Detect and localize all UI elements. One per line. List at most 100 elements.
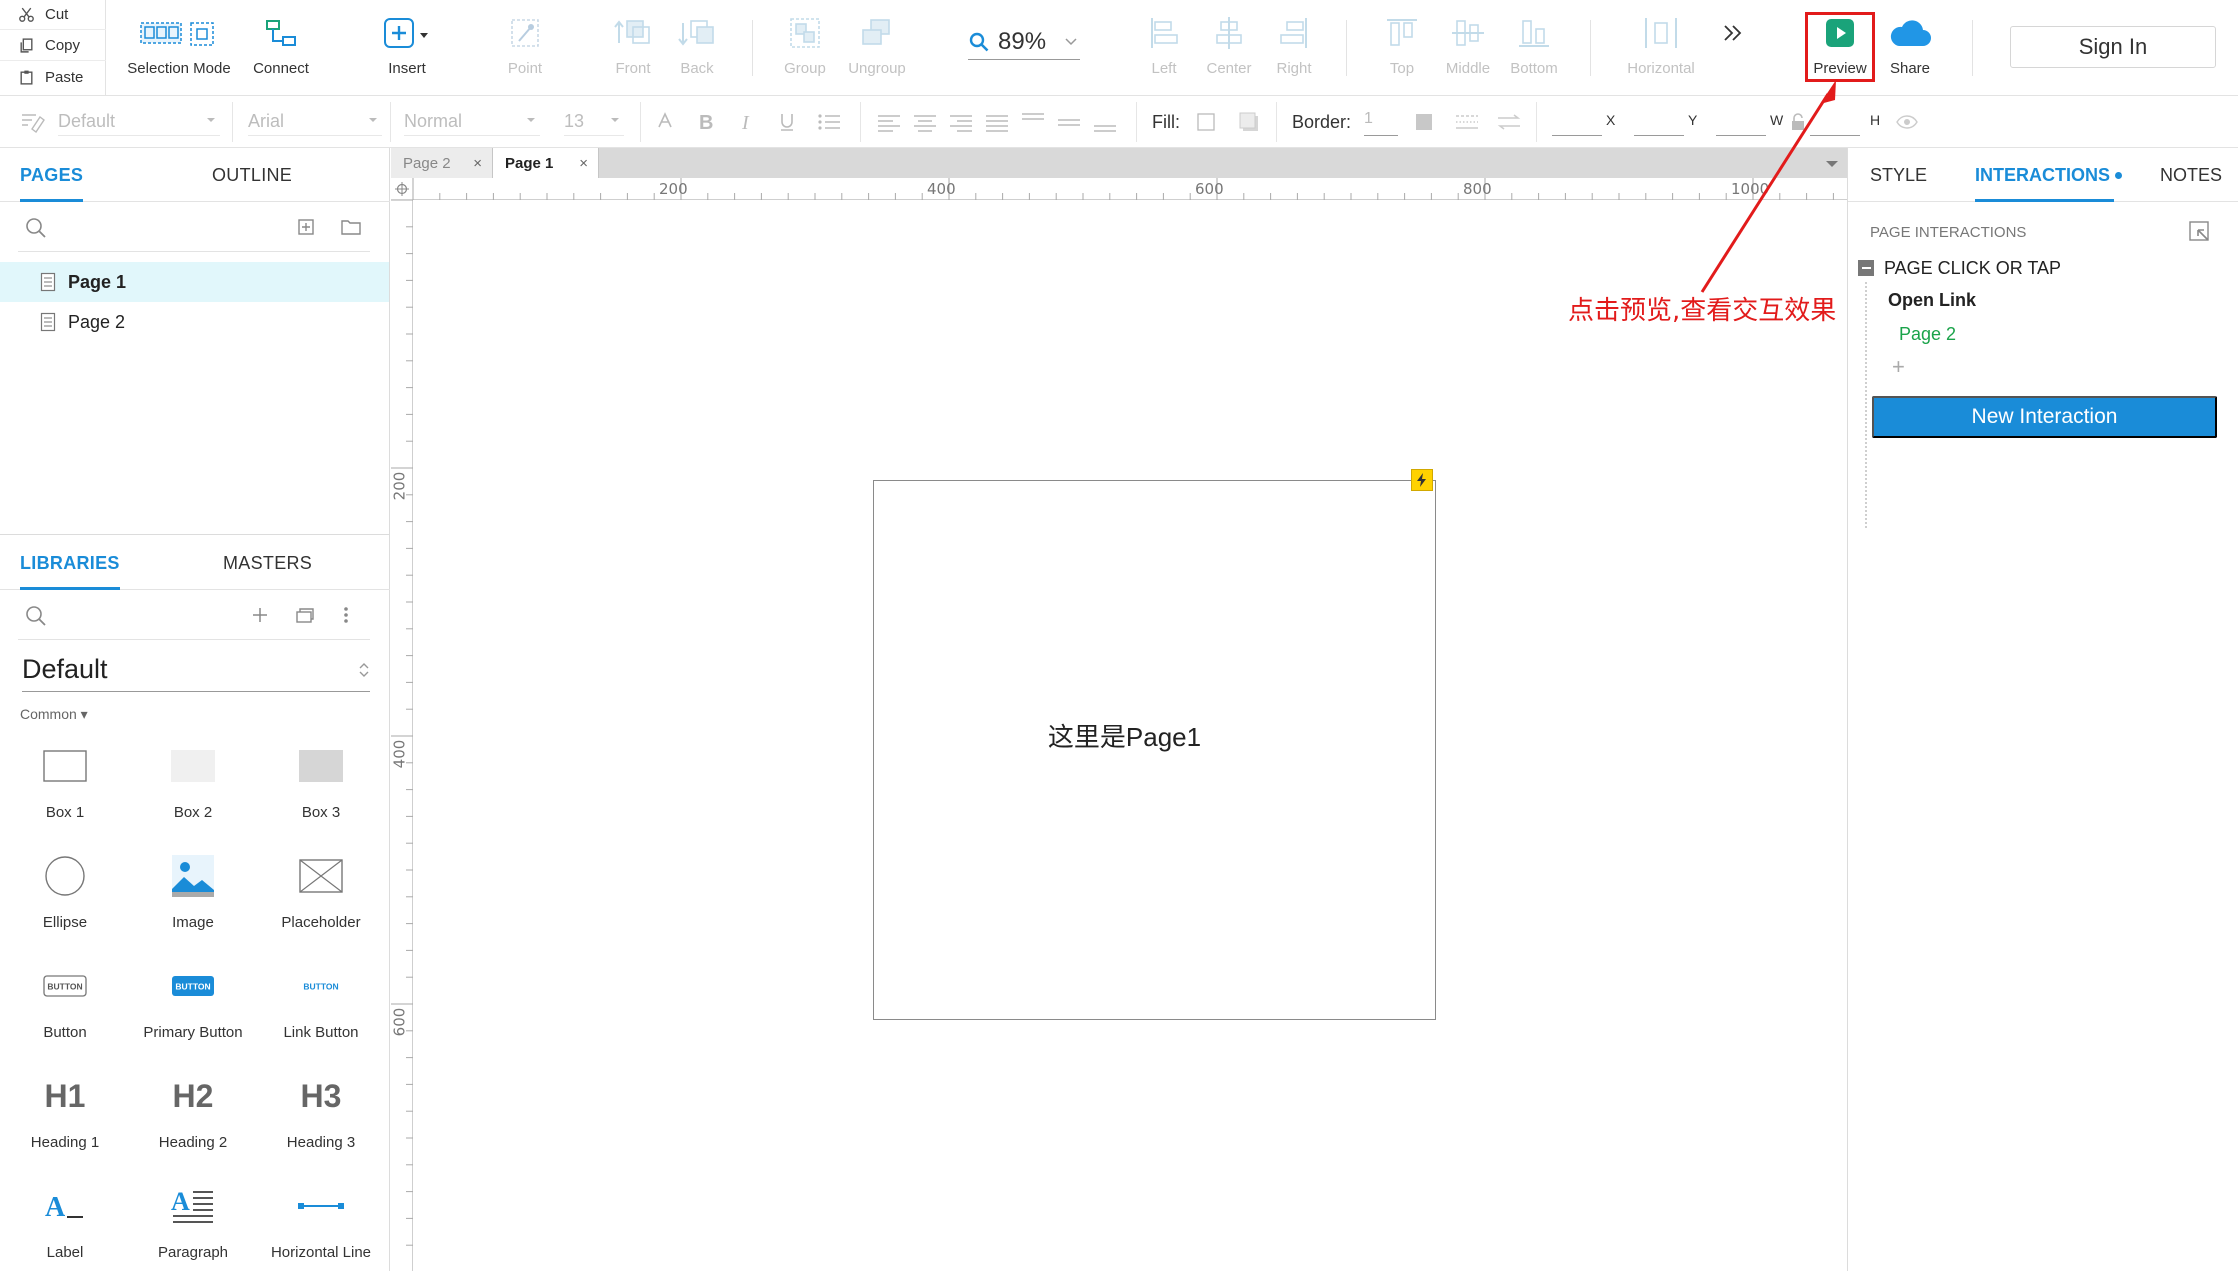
close-icon[interactable]: × bbox=[579, 155, 588, 172]
widget-heading1[interactable]: H1 Heading 1 bbox=[0, 1068, 130, 1178]
widget-heading3[interactable]: H3 Heading 3 bbox=[256, 1068, 386, 1178]
share-button[interactable]: Share bbox=[1884, 10, 1936, 90]
align-right-button[interactable]: Right bbox=[1270, 10, 1318, 90]
action-target-link[interactable]: Page 2 bbox=[1899, 324, 1956, 345]
align-text-center-icon[interactable] bbox=[912, 96, 938, 148]
x-input[interactable] bbox=[1552, 110, 1602, 136]
align-top-button[interactable]: Top bbox=[1380, 10, 1424, 90]
add-action-button[interactable]: + bbox=[1892, 354, 1905, 380]
lock-icon[interactable] bbox=[1790, 96, 1806, 148]
style-brush-icon[interactable] bbox=[20, 96, 46, 148]
library-stack-icon[interactable] bbox=[294, 605, 316, 625]
widget-horizontal-line[interactable]: Horizontal Line bbox=[256, 1178, 386, 1271]
tabs-dropdown-icon[interactable] bbox=[1825, 159, 1839, 169]
widget-box3[interactable]: Box 3 bbox=[256, 738, 386, 848]
align-text-right-icon[interactable] bbox=[948, 96, 974, 148]
widget-box1[interactable]: Box 1 bbox=[0, 738, 130, 848]
widget-link-button[interactable]: BUTTON Link Button bbox=[256, 958, 386, 1068]
underline-icon[interactable] bbox=[776, 96, 798, 148]
tab-style[interactable]: STYLE bbox=[1870, 148, 1927, 202]
action-open-link[interactable]: Open Link bbox=[1888, 290, 1976, 311]
back-button[interactable]: Back bbox=[670, 10, 724, 90]
tab-pages[interactable]: PAGES bbox=[20, 148, 84, 202]
widget-image[interactable]: Image bbox=[128, 848, 258, 958]
add-page-icon[interactable] bbox=[296, 217, 316, 237]
widget-paragraph[interactable]: A Paragraph bbox=[128, 1178, 258, 1271]
style-dropdown[interactable]: Default bbox=[58, 108, 220, 136]
tab-outline[interactable]: OUTLINE bbox=[212, 148, 292, 202]
plus-icon[interactable] bbox=[250, 605, 270, 625]
arrow-style-icon[interactable] bbox=[1496, 96, 1522, 148]
italic-icon[interactable]: I bbox=[736, 96, 758, 148]
page-rectangle-widget[interactable]: 这里是Page1 bbox=[873, 480, 1436, 1020]
new-interaction-button[interactable]: New Interaction bbox=[1872, 396, 2217, 438]
doc-tab-page2[interactable]: Page 2 × bbox=[391, 148, 493, 178]
border-style-icon[interactable] bbox=[1454, 96, 1480, 148]
lightning-icon[interactable] bbox=[1411, 469, 1433, 491]
align-text-left-icon[interactable] bbox=[876, 96, 902, 148]
valign-top-icon[interactable] bbox=[1020, 96, 1046, 148]
valign-middle-icon[interactable] bbox=[1056, 96, 1082, 148]
event-page-click[interactable]: PAGE CLICK OR TAP bbox=[1858, 256, 2061, 280]
widget-label-text[interactable]: A Label bbox=[0, 1178, 130, 1271]
more-tools-button[interactable] bbox=[1718, 10, 1748, 90]
ungroup-button[interactable]: Ungroup bbox=[842, 10, 912, 90]
paragraph-icon: A bbox=[171, 1178, 215, 1234]
point-button[interactable]: Point bbox=[497, 10, 553, 90]
w-input[interactable] bbox=[1716, 110, 1766, 136]
bullet-list-icon[interactable] bbox=[816, 96, 842, 148]
widget-ellipse[interactable]: Ellipse bbox=[0, 848, 130, 958]
align-middle-button[interactable]: Middle bbox=[1440, 10, 1496, 90]
align-center-button[interactable]: Center bbox=[1204, 10, 1254, 90]
valign-bottom-icon[interactable] bbox=[1092, 96, 1118, 148]
widget-group-common[interactable]: Common ▾ bbox=[20, 706, 88, 723]
library-select[interactable]: Default bbox=[22, 648, 370, 692]
copy-button[interactable]: Copy bbox=[0, 31, 106, 61]
eye-icon[interactable] bbox=[1896, 96, 1918, 148]
border-color-swatch[interactable] bbox=[1414, 96, 1434, 148]
page-item-page1[interactable]: Page 1 bbox=[0, 262, 389, 302]
text-color-icon[interactable] bbox=[654, 96, 676, 148]
align-text-justify-icon[interactable] bbox=[984, 96, 1010, 148]
fill-color-swatch[interactable] bbox=[1196, 96, 1216, 148]
align-bottom-button[interactable]: Bottom bbox=[1506, 10, 1562, 90]
page-item-page2[interactable]: Page 2 bbox=[0, 302, 389, 342]
widget-primary-button[interactable]: BUTTON Primary Button bbox=[128, 958, 258, 1068]
widget-box2[interactable]: Box 2 bbox=[128, 738, 258, 848]
zoom-dropdown[interactable]: 89% bbox=[968, 24, 1080, 60]
distribute-horizontal-button[interactable]: Horizontal bbox=[1624, 10, 1698, 90]
search-icon[interactable] bbox=[24, 604, 48, 628]
select-target-icon[interactable] bbox=[2188, 220, 2212, 244]
close-icon[interactable]: × bbox=[473, 155, 482, 172]
tab-interactions[interactable]: INTERACTIONS bbox=[1975, 148, 2122, 202]
front-button[interactable]: Front bbox=[606, 10, 660, 90]
add-folder-icon[interactable] bbox=[340, 217, 362, 237]
h-input[interactable] bbox=[1810, 110, 1860, 136]
search-icon[interactable] bbox=[24, 216, 48, 240]
align-left-button[interactable]: Left bbox=[1140, 10, 1188, 90]
tab-masters[interactable]: MASTERS bbox=[223, 536, 312, 590]
paste-button[interactable]: Paste bbox=[0, 62, 106, 92]
selection-mode-button[interactable]: Selection Mode bbox=[126, 10, 232, 90]
collapse-icon[interactable] bbox=[1858, 260, 1874, 276]
border-width-input[interactable]: 1 bbox=[1364, 110, 1398, 136]
connect-button[interactable]: Connect bbox=[244, 10, 318, 90]
horizontal-line-icon bbox=[298, 1178, 344, 1234]
font-family-dropdown[interactable]: Arial bbox=[248, 108, 382, 136]
widget-heading2[interactable]: H2 Heading 2 bbox=[128, 1068, 258, 1178]
font-size-dropdown[interactable]: 13 bbox=[564, 108, 624, 136]
more-vertical-icon[interactable] bbox=[342, 605, 350, 625]
y-input[interactable] bbox=[1634, 110, 1684, 136]
insert-button[interactable]: Insert bbox=[372, 10, 442, 90]
cut-button[interactable]: Cut bbox=[0, 0, 106, 30]
sign-in-button[interactable]: Sign In bbox=[2010, 26, 2216, 68]
shadow-swatch[interactable] bbox=[1238, 96, 1260, 148]
font-weight-dropdown[interactable]: Normal bbox=[404, 108, 540, 136]
widget-button[interactable]: BUTTON Button bbox=[0, 958, 130, 1068]
widget-placeholder[interactable]: Placeholder bbox=[256, 848, 386, 958]
doc-tab-page1[interactable]: Page 1 × bbox=[493, 148, 599, 178]
tab-notes[interactable]: NOTES bbox=[2160, 148, 2222, 202]
tab-libraries[interactable]: LIBRARIES bbox=[20, 536, 120, 590]
group-button[interactable]: Group bbox=[778, 10, 832, 90]
bold-icon[interactable]: B bbox=[694, 96, 716, 148]
